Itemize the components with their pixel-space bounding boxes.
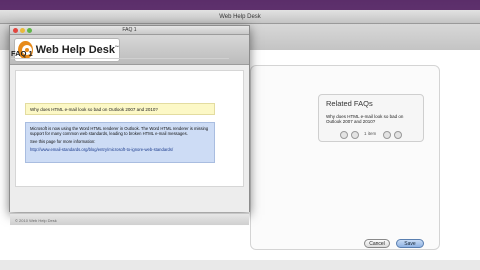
pager-prev-button[interactable] <box>351 131 359 139</box>
popup-window-title: FAQ 1 <box>122 27 137 33</box>
popup-footer: © 2010 Web Help Desk <box>10 213 249 225</box>
pager-first-button[interactable] <box>340 131 348 139</box>
zoom-icon[interactable] <box>27 28 32 33</box>
faq-question: Why does HTML e-mail look so bad on Outl… <box>25 103 215 115</box>
faq-answer: Microsoft is now using the Word HTML ren… <box>25 122 215 163</box>
pager-count: 1 item <box>364 131 377 136</box>
popup-header: Web Help Desk™ <box>10 35 249 65</box>
pager-last-button[interactable] <box>394 131 402 139</box>
logo-tm: ™ <box>115 44 119 50</box>
answer-paragraph-2: See this page for more information: <box>30 139 96 144</box>
logo-text: Web Help Desk <box>35 44 115 56</box>
save-button[interactable]: Save <box>396 239 424 248</box>
related-faqs-title: Related FAQs <box>326 99 373 108</box>
faq-popup-window: FAQ 1 Web Help Desk™ © 2010 Web Help Des… <box>9 25 250 225</box>
main-titlebar: Web Help Desk <box>0 10 480 24</box>
answer-paragraph-1: Microsoft is now using the Word HTML ren… <box>30 126 209 136</box>
faq-divider <box>11 58 229 59</box>
faq-heading: FAQ 1 <box>11 49 33 58</box>
close-icon[interactable] <box>13 28 18 33</box>
answer-link[interactable]: http://www.email-standards.org/blog/entr… <box>30 147 210 152</box>
cancel-button[interactable]: Cancel <box>364 239 390 248</box>
main-panel <box>250 65 440 250</box>
pager-next-button[interactable] <box>383 131 391 139</box>
popup-titlebar: FAQ 1 <box>10 26 249 35</box>
minimize-icon[interactable] <box>20 28 25 33</box>
main-window-title: Web Help Desk <box>219 13 261 20</box>
related-faq-item[interactable]: Why does HTML e-mail look so bad on Outl… <box>326 114 416 124</box>
